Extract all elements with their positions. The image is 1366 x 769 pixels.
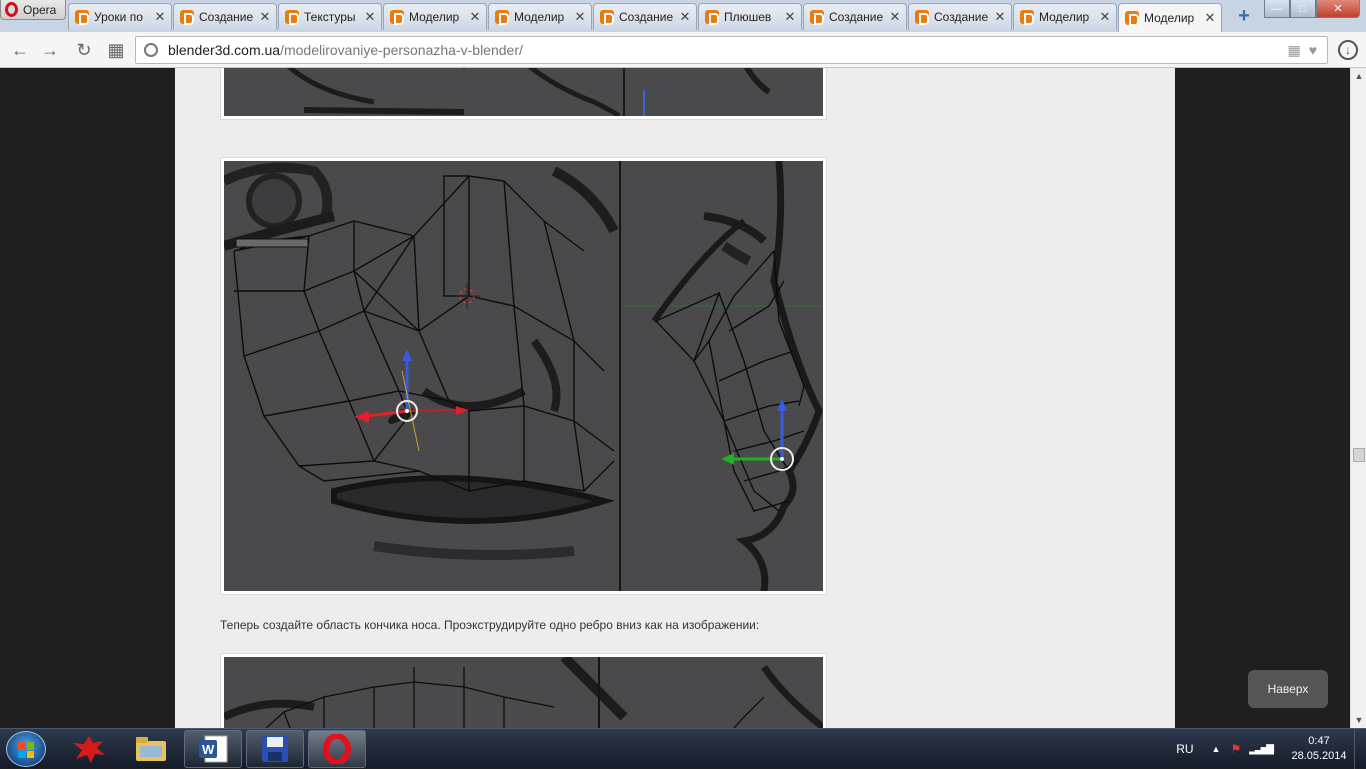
tab-close-icon[interactable]: ✕	[153, 9, 167, 25]
blender-favicon-icon	[810, 10, 824, 25]
clock-time: 0:47	[1308, 735, 1330, 747]
url-host: blender3d.com.ua	[168, 42, 281, 58]
tab-close-icon[interactable]: ✕	[678, 9, 692, 25]
language-indicator[interactable]: RU	[1176, 742, 1193, 756]
back-to-top-button[interactable]: Наверх	[1248, 670, 1328, 708]
speed-dial-icon[interactable]: ▦	[104, 38, 128, 62]
bookmark-heart-icon[interactable]: ♥	[1309, 42, 1317, 59]
taskbar-floppy-save-icon[interactable]	[246, 730, 304, 768]
url-path: /modelirovaniye-personazha-v-blender/	[280, 42, 523, 58]
tab-title: Текстуры	[304, 10, 356, 24]
tab-close-icon[interactable]: ✕	[993, 9, 1007, 25]
article-image-previous	[220, 68, 827, 120]
tab-close-icon[interactable]: ✕	[1203, 10, 1217, 26]
tab-close-icon[interactable]: ✕	[1098, 9, 1112, 25]
taskbar-app-red-splash-icon[interactable]	[60, 730, 118, 768]
extensions-icon[interactable]: ▦	[1287, 42, 1300, 59]
browser-tab[interactable]: Моделир ✕	[1118, 3, 1222, 32]
tab-title: Уроки по	[94, 10, 143, 24]
tab-close-icon[interactable]: ✕	[573, 9, 587, 25]
close-window-button[interactable]: ✕	[1316, 0, 1360, 18]
tab-close-icon[interactable]: ✕	[258, 9, 272, 25]
action-center-flag-icon[interactable]: ⚑	[1230, 742, 1241, 756]
opera-menu-label: Opera	[23, 2, 57, 17]
blender-favicon-icon	[1020, 10, 1034, 25]
tab-bar: Opera Уроки по ✕ Создание ✕ Текстуры ✕ Моделир…	[0, 0, 1366, 32]
address-toolbar: ← → ↻ ▦ blender3d.com.ua/modelirovaniye-…	[0, 32, 1366, 68]
browser-tab[interactable]: Моделир ✕	[383, 3, 487, 30]
browser-tab[interactable]: Создание ✕	[173, 3, 277, 30]
blender-favicon-icon	[75, 10, 89, 25]
start-button[interactable]	[6, 731, 46, 767]
windows-taskbar: W RU ▲ ⚑ ▂▃▅▇ 0:47 28.05.2014	[0, 728, 1366, 769]
window-controls: — □ ✕	[1264, 0, 1360, 18]
blender-favicon-icon	[285, 10, 299, 25]
forward-button[interactable]: →	[38, 38, 62, 62]
blender-favicon-icon	[495, 10, 509, 25]
clock-date: 28.05.2014	[1291, 750, 1347, 762]
scroll-down-arrow-icon[interactable]: ▼	[1351, 712, 1366, 728]
browser-tab[interactable]: Плюшев ✕	[698, 3, 802, 30]
scroll-thumb[interactable]	[1353, 448, 1365, 462]
back-button[interactable]: ←	[8, 38, 32, 62]
scroll-up-arrow-icon[interactable]: ▲	[1351, 68, 1366, 84]
tab-title: Моделир	[409, 10, 460, 24]
blender-favicon-icon	[915, 10, 929, 25]
taskbar-word-icon[interactable]: W	[184, 730, 242, 768]
site-info-icon[interactable]	[144, 43, 158, 57]
tab-title: Плюшев	[724, 10, 772, 24]
windows-logo-icon	[18, 742, 34, 758]
article-paragraph: Теперь создайте область кончика носа. Пр…	[220, 618, 760, 632]
show-desktop-button[interactable]	[1354, 729, 1366, 769]
new-tab-button[interactable]: +	[1234, 6, 1254, 26]
tab-title: Моделир	[1039, 10, 1090, 24]
download-icon[interactable]: ↓	[1338, 40, 1358, 60]
tab-title: Создание	[934, 10, 989, 24]
network-signal-icon[interactable]: ▂▃▅▇	[1249, 744, 1274, 755]
tab-close-icon[interactable]: ✕	[363, 9, 377, 25]
blender-favicon-icon	[180, 10, 194, 25]
system-tray: RU ▲ ⚑ ▂▃▅▇ 0:47 28.05.2014	[1176, 729, 1366, 769]
show-hidden-icons-icon[interactable]: ▲	[1212, 744, 1221, 754]
browser-tab[interactable]: Моделир ✕	[488, 3, 592, 30]
browser-tab[interactable]: Моделир ✕	[1013, 3, 1117, 30]
opera-logo-icon	[5, 2, 18, 17]
svg-text:W: W	[202, 742, 215, 757]
opera-menu-button[interactable]: Opera	[0, 0, 66, 20]
address-field[interactable]: blender3d.com.ua/modelirovaniye-personaz…	[135, 36, 1328, 64]
taskbar-clock[interactable]: 0:47 28.05.2014	[1284, 734, 1354, 764]
reload-button[interactable]: ↻	[72, 38, 96, 62]
blender-favicon-icon	[1125, 11, 1139, 26]
browser-tab[interactable]: Текстуры ✕	[278, 3, 382, 30]
tab-title: Создание	[619, 10, 674, 24]
article-column: Теперь создайте область кончика носа. Пр…	[175, 68, 1175, 728]
taskbar-explorer-folder-icon[interactable]	[122, 730, 180, 768]
browser-tab[interactable]: Уроки по ✕	[68, 3, 172, 30]
tab-close-icon[interactable]: ✕	[468, 9, 482, 25]
blender-favicon-icon	[600, 10, 614, 25]
minimize-button[interactable]: —	[1264, 0, 1290, 18]
browser-tab[interactable]: Создание ✕	[593, 3, 697, 30]
tab-title: Моделир	[514, 10, 565, 24]
tab-strip: Уроки по ✕ Создание ✕ Текстуры ✕ Моделир ✕ Модел…	[68, 3, 1223, 32]
tab-title: Моделир	[1144, 11, 1195, 25]
article-image-next	[220, 653, 827, 728]
tab-title: Создание	[829, 10, 884, 24]
article-image-nose-mesh	[220, 157, 827, 595]
blender-favicon-icon	[705, 10, 719, 25]
blender-favicon-icon	[390, 10, 404, 25]
tab-close-icon[interactable]: ✕	[783, 9, 797, 25]
maximize-button[interactable]: □	[1290, 0, 1316, 18]
browser-tab[interactable]: Создание ✕	[803, 3, 907, 30]
page-scrollbar[interactable]: ▲ ▼	[1350, 68, 1366, 728]
tab-title: Создание	[199, 10, 254, 24]
browser-tab[interactable]: Создание ✕	[908, 3, 1012, 30]
web-page: Теперь создайте область кончика носа. Пр…	[0, 68, 1350, 728]
tab-close-icon[interactable]: ✕	[888, 9, 902, 25]
taskbar-opera-icon[interactable]	[308, 730, 366, 768]
